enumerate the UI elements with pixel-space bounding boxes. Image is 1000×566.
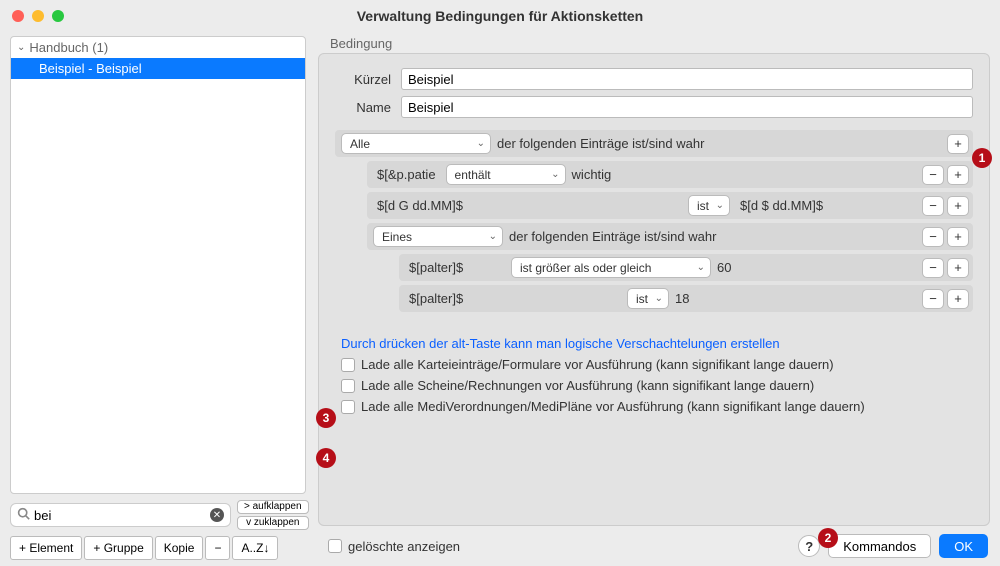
rule-group-2: Eines der folgenden Einträge ist/sind wa… <box>367 223 973 250</box>
remove-button[interactable]: − <box>205 536 230 560</box>
rule-row-3: $[palter]$ ist größer als oder gleich 60… <box>399 254 973 281</box>
alt-key-hint: Durch drücken der alt-Taste kann man log… <box>341 336 973 351</box>
group-operator-select[interactable]: Eines <box>373 226 503 247</box>
group-operator-select[interactable]: Alle <box>341 133 491 154</box>
titlebar: Verwaltung Bedingungen für Aktionsketten <box>0 0 1000 32</box>
add-rule-button[interactable]: + <box>947 258 969 278</box>
rule-op-select[interactable]: ist <box>627 288 669 309</box>
group-suffix-text: der folgenden Einträge ist/sind wahr <box>497 136 704 151</box>
checkbox-label: Lade alle MediVerordnungen/MediPläne vor… <box>361 399 865 414</box>
add-rule-button[interactable]: + <box>947 227 969 247</box>
add-rule-button[interactable]: + <box>947 196 969 216</box>
copy-button[interactable]: Kopie <box>155 536 204 560</box>
show-deleted-row[interactable]: gelöschte anzeigen <box>328 539 460 554</box>
name-input[interactable] <box>401 96 973 118</box>
rule-val[interactable]: wichtig <box>572 167 612 182</box>
checkbox-row-1[interactable]: Lade alle Karteieinträge/Formulare vor A… <box>341 357 973 372</box>
rule-op-select[interactable]: ist <box>688 195 730 216</box>
search-field[interactable]: ✕ <box>10 503 231 527</box>
left-panel: ⌄ Handbuch (1) Beispiel - Beispiel ✕ > a… <box>0 32 312 566</box>
rule-op-select[interactable]: ist größer als oder gleich <box>511 257 711 278</box>
checkbox-row-3[interactable]: Lade alle MediVerordnungen/MediPläne vor… <box>341 399 973 414</box>
name-label: Name <box>335 100 391 115</box>
clear-search-icon[interactable]: ✕ <box>210 508 224 522</box>
traffic-lights <box>12 10 64 22</box>
sort-button[interactable]: A..Z↓ <box>232 536 278 560</box>
checkbox-label: Lade alle Karteieinträge/Formulare vor A… <box>361 357 834 372</box>
tree-group-label: Handbuch (1) <box>29 40 108 55</box>
left-toolbar: + Element + Gruppe Kopie − A..Z↓ <box>10 536 306 560</box>
rule-row-2: $[d G dd.MM]$ ist $[d $ dd.MM]$ − + <box>367 192 973 219</box>
remove-rule-button[interactable]: − <box>922 258 944 278</box>
rule-group-1: Alle der folgenden Einträge ist/sind wah… <box>335 130 973 157</box>
remove-rule-button[interactable]: − <box>922 165 944 185</box>
rule-op-select[interactable]: enthält <box>446 164 566 185</box>
zoom-icon[interactable] <box>52 10 64 22</box>
search-input[interactable] <box>34 508 210 523</box>
window-title: Verwaltung Bedingungen für Aktionsketten <box>12 8 988 24</box>
commands-button[interactable]: Kommandos <box>828 534 931 558</box>
tree-group-header[interactable]: ⌄ Handbuch (1) <box>11 37 305 58</box>
kuerzel-label: Kürzel <box>335 72 391 87</box>
minimize-icon[interactable] <box>32 10 44 22</box>
remove-rule-button[interactable]: − <box>922 227 944 247</box>
checkbox[interactable] <box>328 539 342 553</box>
ok-button[interactable]: OK <box>939 534 988 558</box>
rule-var[interactable]: $[d G dd.MM]$ <box>373 197 553 214</box>
kuerzel-input[interactable] <box>401 68 973 90</box>
checkbox-label: gelöschte anzeigen <box>348 539 460 554</box>
help-button[interactable]: ? <box>798 535 820 557</box>
collapse-all-button[interactable]: v zuklappen <box>237 516 309 530</box>
remove-rule-button[interactable]: − <box>922 289 944 309</box>
tree-item-selected[interactable]: Beispiel - Beispiel <box>11 58 305 79</box>
checkbox[interactable] <box>341 400 355 414</box>
rule-row-1: $[&p.patie enthält wichtig − + <box>367 161 973 188</box>
rule-val[interactable]: 18 <box>675 291 689 306</box>
add-rule-button[interactable]: + <box>947 134 969 154</box>
checkbox[interactable] <box>341 358 355 372</box>
expand-all-button[interactable]: > aufklappen <box>237 500 309 514</box>
rule-row-4: $[palter]$ ist 18 − + <box>399 285 973 312</box>
footer: gelöschte anzeigen ? Kommandos OK <box>318 526 990 560</box>
search-icon <box>17 507 30 523</box>
condition-box: Kürzel Name Alle der folgenden Einträge … <box>318 53 990 526</box>
right-panel: Bedingung Kürzel Name Alle der folgenden… <box>312 32 1000 566</box>
rule-var[interactable]: $[&p.patie <box>373 166 440 183</box>
rule-val[interactable]: 60 <box>717 260 731 275</box>
add-group-button[interactable]: + Gruppe <box>84 536 152 560</box>
add-element-button[interactable]: + Element <box>10 536 82 560</box>
rule-val[interactable]: $[d $ dd.MM]$ <box>736 197 916 214</box>
checkbox[interactable] <box>341 379 355 393</box>
tree[interactable]: ⌄ Handbuch (1) Beispiel - Beispiel <box>10 36 306 494</box>
checkbox-label: Lade alle Scheine/Rechnungen vor Ausführ… <box>361 378 814 393</box>
group-suffix-text: der folgenden Einträge ist/sind wahr <box>509 229 716 244</box>
remove-rule-button[interactable]: − <box>922 196 944 216</box>
chevron-down-icon: ⌄ <box>17 42 25 53</box>
rule-var[interactable]: $[palter]$ <box>405 259 505 276</box>
close-icon[interactable] <box>12 10 24 22</box>
rule-var[interactable]: $[palter]$ <box>405 290 505 307</box>
add-rule-button[interactable]: + <box>947 289 969 309</box>
rules-area: Alle der folgenden Einträge ist/sind wah… <box>335 130 973 312</box>
add-rule-button[interactable]: + <box>947 165 969 185</box>
checkbox-row-2[interactable]: Lade alle Scheine/Rechnungen vor Ausführ… <box>341 378 973 393</box>
section-label: Bedingung <box>330 36 990 51</box>
